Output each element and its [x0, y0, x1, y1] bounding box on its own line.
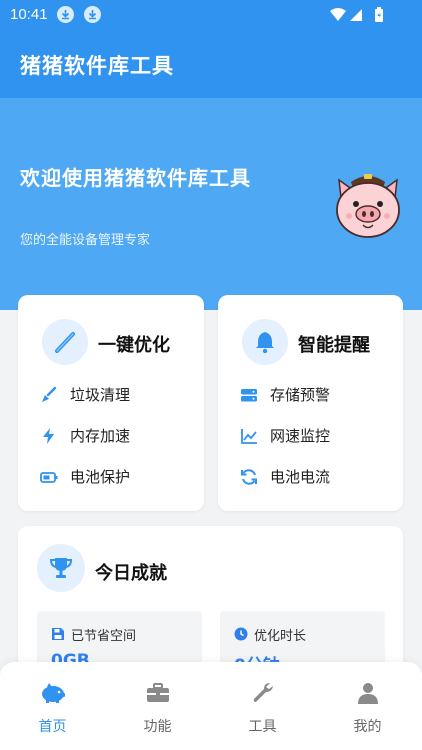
broom-icon: [42, 386, 57, 402]
chart-line-icon: [241, 429, 257, 444]
bottom-nav: 首页 功能 工具 我的: [0, 662, 422, 750]
feature-battery-current[interactable]: 电池电流: [240, 465, 400, 487]
nav-home[interactable]: 首页: [0, 662, 105, 750]
refresh-icon: [241, 469, 257, 485]
download-icon: [57, 6, 74, 23]
optimize-card[interactable]: 一键优化 垃圾清理 内存加速 电池保护: [18, 295, 204, 511]
trophy-icon: [37, 544, 85, 592]
welcome-subtitle: 您的全能设备管理专家: [20, 233, 151, 248]
clock-icon: [234, 627, 248, 641]
feature-battery-protect[interactable]: 电池保护: [40, 465, 200, 487]
app-title: 猪猪软件库工具: [20, 54, 174, 78]
save-icon: [52, 628, 64, 640]
feature-memory-boost[interactable]: 内存加速: [40, 424, 200, 446]
pig-mascot-icon: [336, 174, 400, 238]
status-bar: 10:41: [0, 0, 422, 30]
optimize-title: 一键优化: [98, 335, 170, 356]
feature-label: 垃圾清理: [70, 386, 131, 404]
nav-label: 工具: [248, 719, 277, 735]
feature-network-monitor[interactable]: 网速监控: [240, 424, 400, 446]
battery-status-icon: [375, 7, 383, 22]
remind-card[interactable]: 智能提醒 存储预警 网速监控 电池电流: [218, 295, 403, 511]
welcome-title: 欢迎使用猪猪软件库工具: [20, 166, 251, 190]
nav-label: 我的: [353, 719, 382, 735]
achievement-title: 今日成就: [95, 563, 167, 584]
nav-tools[interactable]: 工具: [210, 662, 315, 750]
feature-label: 电池电流: [270, 468, 331, 486]
battery-icon: [40, 472, 58, 483]
storage-icon: [241, 389, 257, 402]
feature-label: 存储预警: [270, 386, 331, 404]
wrench-icon: [253, 683, 273, 702]
bell-icon: [242, 319, 288, 365]
nav-label: 首页: [38, 719, 67, 735]
stat-label: 已节省空间: [71, 629, 137, 644]
wifi-icon: [330, 8, 346, 21]
wand-icon: [42, 319, 88, 365]
welcome-banner: 欢迎使用猪猪软件库工具 您的全能设备管理专家: [0, 98, 422, 310]
feature-label: 内存加速: [70, 427, 131, 445]
nav-label: 功能: [143, 719, 172, 735]
nav-profile[interactable]: 我的: [315, 662, 420, 750]
app-header: 10:41 猪猪软件库工具: [0, 0, 422, 98]
pig-icon: [42, 683, 65, 703]
remind-title: 智能提醒: [298, 335, 370, 356]
nav-features[interactable]: 功能: [105, 662, 210, 750]
signal-icon: [350, 9, 362, 21]
status-time: 10:41: [10, 6, 48, 23]
toolbox-icon: [147, 683, 169, 702]
feature-label: 网速监控: [270, 427, 331, 445]
feature-storage-alert[interactable]: 存储预警: [240, 383, 400, 405]
status-indicators: [330, 7, 390, 27]
stat-label: 优化时长: [254, 629, 307, 644]
feature-label: 电池保护: [70, 468, 131, 486]
feature-junk-clean[interactable]: 垃圾清理: [40, 383, 200, 405]
user-icon: [358, 683, 378, 704]
achievement-card: 今日成就 已节省空间 0GB 优化时长 0分钟: [18, 526, 403, 681]
download-icon: [84, 6, 101, 23]
lightning-icon: [43, 428, 54, 444]
